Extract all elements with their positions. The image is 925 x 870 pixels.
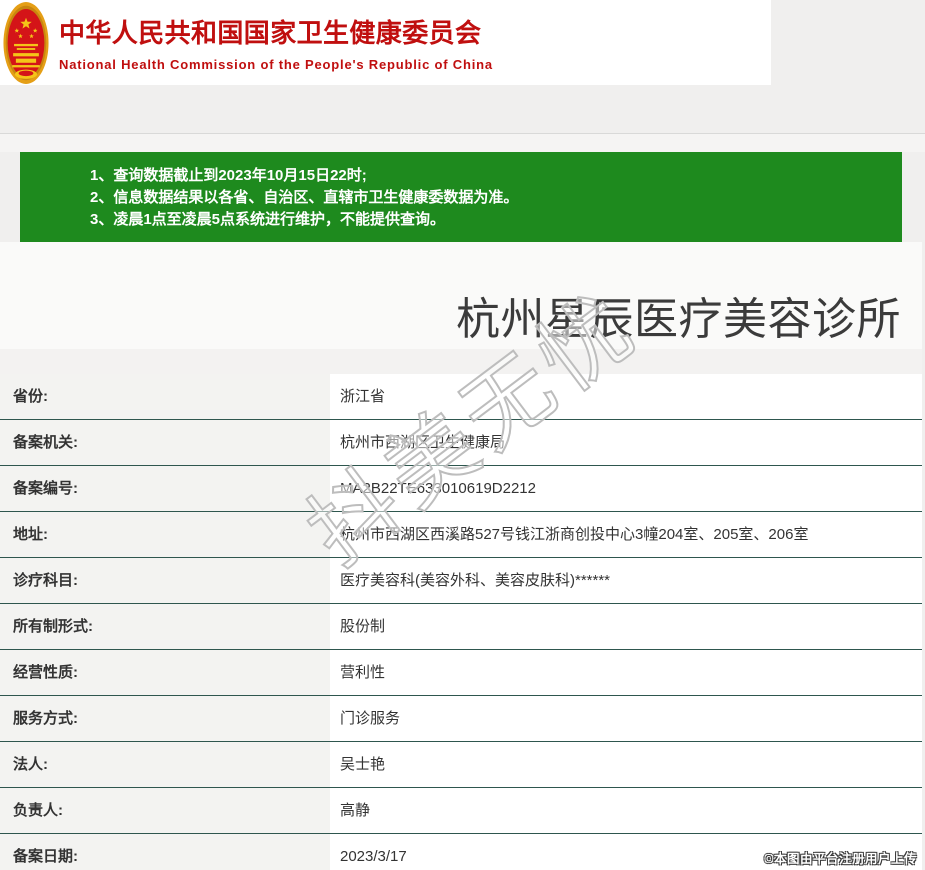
upload-credit-watermark: ©本图由平台注册用户上传 (764, 852, 917, 866)
field-label: 诊疗科目: (0, 558, 330, 604)
field-label: 负责人: (0, 788, 330, 834)
field-label: 地址: (0, 512, 330, 558)
field-label: 省份: (0, 374, 330, 420)
field-value: 医疗美容科(美容外科、美容皮肤科)****** (330, 558, 922, 604)
table-row-business-nature: 经营性质: 营利性 (0, 650, 922, 696)
field-value: MA2B22TE633010619D2212 (330, 466, 922, 512)
nhc-record-page: 中华人民共和国国家卫生健康委员会 National Health Commiss… (0, 0, 925, 870)
notice-line-3: 3、凌晨1点至凌晨5点系统进行维护，不能提供查询。 (90, 211, 446, 228)
field-label: 备案编号: (0, 466, 330, 512)
field-value: 股份制 (330, 604, 922, 650)
field-value: 杭州市西湖区西溪路527号钱江浙商创投中心3幢204室、205室、206室 (330, 512, 922, 558)
header-title-cn: 中华人民共和国国家卫生健康委员会 (59, 18, 482, 48)
table-row-ownership-form: 所有制形式: 股份制 (0, 604, 922, 650)
field-label: 法人: (0, 742, 330, 788)
field-label: 所有制形式: (0, 604, 330, 650)
field-value: 吴士艳 (330, 742, 922, 788)
notice-line-2: 2、信息数据结果以各省、自治区、直辖市卫生健康委数据为准。 (90, 189, 519, 206)
field-label: 服务方式: (0, 696, 330, 742)
notice-box: 1、查询数据截止到2023年10月15日22时; 2、信息数据结果以各省、自治区… (20, 152, 902, 242)
field-value: 浙江省 (330, 374, 922, 420)
record-title-strip (0, 349, 922, 374)
sub-header-band (0, 134, 925, 152)
table-row-person-in-charge: 负责人: 高静 (0, 788, 922, 834)
header-title-en: National Health Commission of the People… (59, 57, 493, 72)
field-label: 经营性质: (0, 650, 330, 696)
record-table: 省份: 浙江省 备案机关: 杭州市西湖区卫生健康局 备案编号: MA2B22TE… (0, 374, 922, 870)
field-value: 高静 (330, 788, 922, 834)
field-value: 营利性 (330, 650, 922, 696)
site-header: 中华人民共和国国家卫生健康委员会 National Health Commiss… (0, 0, 771, 85)
china-national-emblem-icon (3, 1, 49, 84)
table-row-legal-person: 法人: 吴士艳 (0, 742, 922, 788)
header-titles: 中华人民共和国国家卫生健康委员会 National Health Commiss… (59, 13, 493, 72)
table-row-medical-subjects: 诊疗科目: 医疗美容科(美容外科、美容皮肤科)****** (0, 558, 922, 604)
table-row-filing-authority: 备案机关: 杭州市西湖区卫生健康局 (0, 420, 922, 466)
table-row-province: 省份: 浙江省 (0, 374, 922, 420)
field-value: 门诊服务 (330, 696, 922, 742)
table-row-address: 地址: 杭州市西湖区西溪路527号钱江浙商创投中心3幢204室、205室、206… (0, 512, 922, 558)
field-value: 杭州市西湖区卫生健康局 (330, 420, 922, 466)
notice-line-1: 1、查询数据截止到2023年10月15日22时; (90, 167, 367, 184)
field-label: 备案日期: (0, 834, 330, 870)
table-row-service-mode: 服务方式: 门诊服务 (0, 696, 922, 742)
record-title: 杭州星辰医疗美容诊所 (456, 295, 901, 344)
table-row-filing-number: 备案编号: MA2B22TE633010619D2212 (0, 466, 922, 512)
field-label: 备案机关: (0, 420, 330, 466)
